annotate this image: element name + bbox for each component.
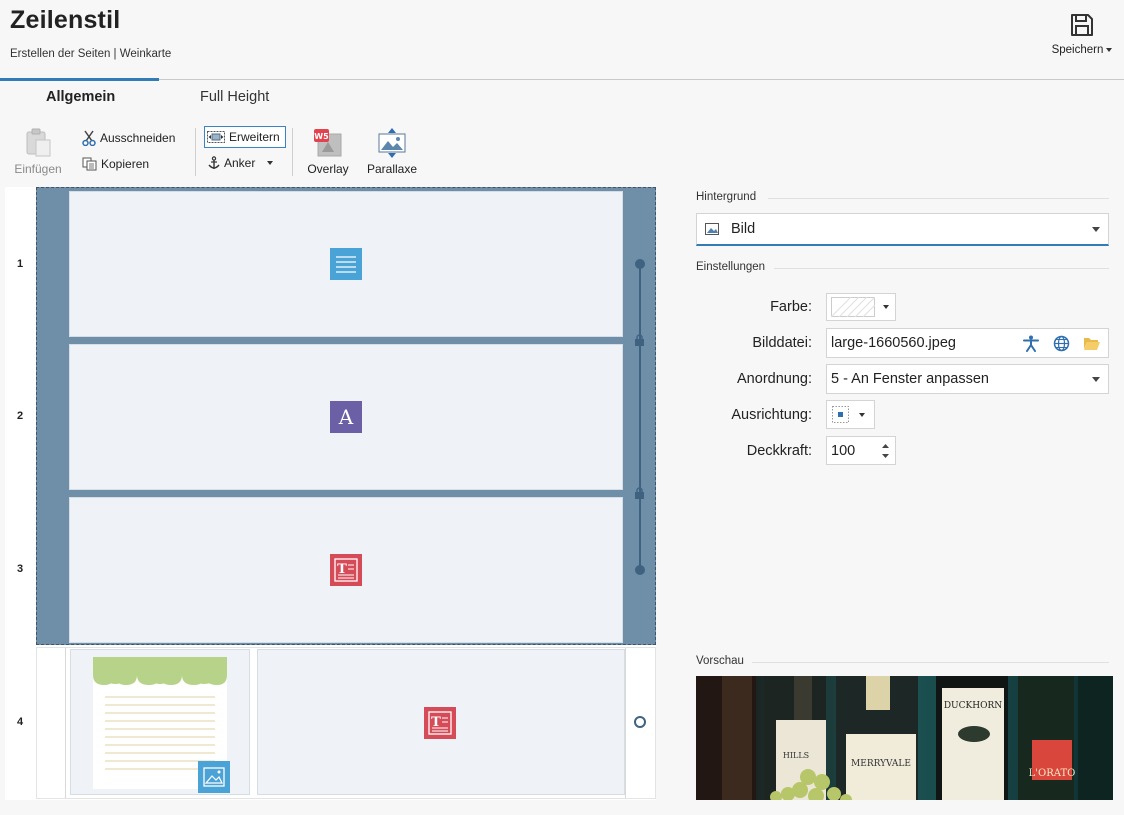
align-center-icon [832,406,849,423]
arrangement-label: Anordnung: [737,371,812,387]
section-divider [774,268,1109,269]
chevron-down-icon [1092,227,1100,232]
save-label: Speichern [1051,44,1104,56]
page-title: Zeilenstil [10,6,121,34]
copy-label: Kopieren [101,157,150,171]
parallax-button[interactable]: Parallaxe [366,128,418,176]
bottle-label: MERRYVALE [851,759,911,769]
color-label: Farbe: [770,299,812,315]
ribbon-separator [292,128,293,176]
row-4-image-cell[interactable] [70,649,250,795]
copy-icon [82,157,97,171]
row-1-cell[interactable] [69,191,623,337]
text-block-icon [330,248,362,280]
slider-handle[interactable] [635,259,645,269]
color-picker[interactable] [826,293,896,321]
column-divider [625,648,626,798]
background-preview-image: HILLS MERRYVALE DUCKHORN L'ORATO [696,676,1113,800]
floppy-disk-icon [1071,14,1093,36]
expand-label: Erweitern [229,130,280,144]
alignment-picker[interactable] [826,400,875,429]
expand-icon [207,131,225,143]
row-height-slider[interactable] [639,264,641,570]
lock-icon[interactable] [634,487,645,500]
image-file-field[interactable]: large-1660560.jpeg [826,328,1109,358]
row-number: 2 [16,410,24,422]
stepper-arrows-icon[interactable] [881,441,890,461]
header: Zeilenstil Erstellen der Seiten | Weinka… [0,0,1124,81]
color-swatch-empty-icon [831,297,875,317]
row-number: 1 [16,258,24,270]
background-section-label: Hintergrund [696,191,757,203]
image-icon [198,761,230,793]
image-icon [705,223,719,235]
overlay-icon: W5 [314,129,342,157]
ribbon-separator [195,128,196,176]
tab-full-height[interactable]: Full Height [200,89,269,105]
image-file-label: Bilddatei: [752,335,812,351]
tab-bar: Allgemein Full Height [0,81,1124,115]
selected-rows[interactable]: A T [36,187,656,645]
settings-section-label: Einstellungen [696,261,766,273]
row-number: 4 [16,716,24,728]
anchor-label: Anker [224,156,256,170]
tab-general[interactable]: Allgemein [46,89,115,105]
opacity-label: Deckkraft: [746,443,812,459]
parallax-icon [378,128,406,158]
expand-button[interactable]: Erweitern [204,126,286,148]
parallax-label: Parallaxe [366,162,418,176]
chevron-down-icon [1092,377,1100,382]
slider-handle[interactable] [635,565,645,575]
bottle-label: DUCKHORN [944,701,1002,711]
row-4[interactable]: T [36,647,656,799]
section-divider [752,662,1109,663]
overlay-button[interactable]: W5 Overlay [302,128,354,176]
row-3-cell[interactable]: T [69,497,623,643]
globe-icon[interactable] [1053,335,1070,352]
scissors-icon [82,130,96,146]
row-number: 3 [16,563,24,575]
section-divider [768,198,1109,199]
background-type-select[interactable]: Bild [696,213,1109,246]
paste-label: Einfügen [14,162,62,176]
arrangement-select[interactable]: 5 - An Fenster anpassen [826,364,1109,394]
copy-button[interactable]: Kopieren [82,153,149,175]
chevron-down-icon [1106,47,1113,52]
lock-icon[interactable] [634,334,645,347]
overlay-label: Overlay [307,162,349,176]
alignment-label: Ausrichtung: [731,407,812,423]
bottle-label: L'ORATO [1029,768,1076,779]
opacity-value: 100 [831,442,856,459]
clipboard-icon [26,128,51,157]
row-2-cell[interactable]: A [69,344,623,490]
image-file-value: large-1660560.jpeg [831,335,956,351]
background-type-value: Bild [731,221,756,237]
anchor-dropdown[interactable]: Anker [208,152,274,174]
bottle-label: HILLS [783,751,809,760]
chevron-down-icon [859,412,865,417]
row-handle-circle[interactable] [634,716,646,728]
accessibility-icon[interactable] [1023,335,1039,352]
row-grid: 1 2 3 4 A T T [5,187,656,800]
chevron-down-icon [267,161,274,165]
arrangement-value: 5 - An Fenster anpassen [831,371,989,387]
cut-button[interactable]: Ausschneiden [82,127,175,149]
text-image-icon: T [330,554,362,586]
column-divider [65,648,66,798]
row-4-text-cell[interactable]: T [257,649,625,795]
paste-button[interactable]: Einfügen [10,128,66,176]
folder-open-icon[interactable] [1083,336,1101,351]
ribbon-toolbar: Einfügen Ausschneiden Kopieren Erweitern… [0,120,680,184]
breadcrumb: Erstellen der Seiten | Weinkarte [10,48,172,60]
cut-label: Ausschneiden [100,131,176,145]
opacity-stepper[interactable]: 100 [826,436,896,465]
typography-icon: A [330,401,362,433]
text-image-icon: T [424,707,456,739]
svg-text:W5: W5 [314,132,329,141]
preview-section-label: Vorschau [696,655,744,667]
chevron-down-icon [883,305,889,309]
save-button[interactable]: Speichern [1050,12,1114,66]
anchor-icon [208,156,220,169]
